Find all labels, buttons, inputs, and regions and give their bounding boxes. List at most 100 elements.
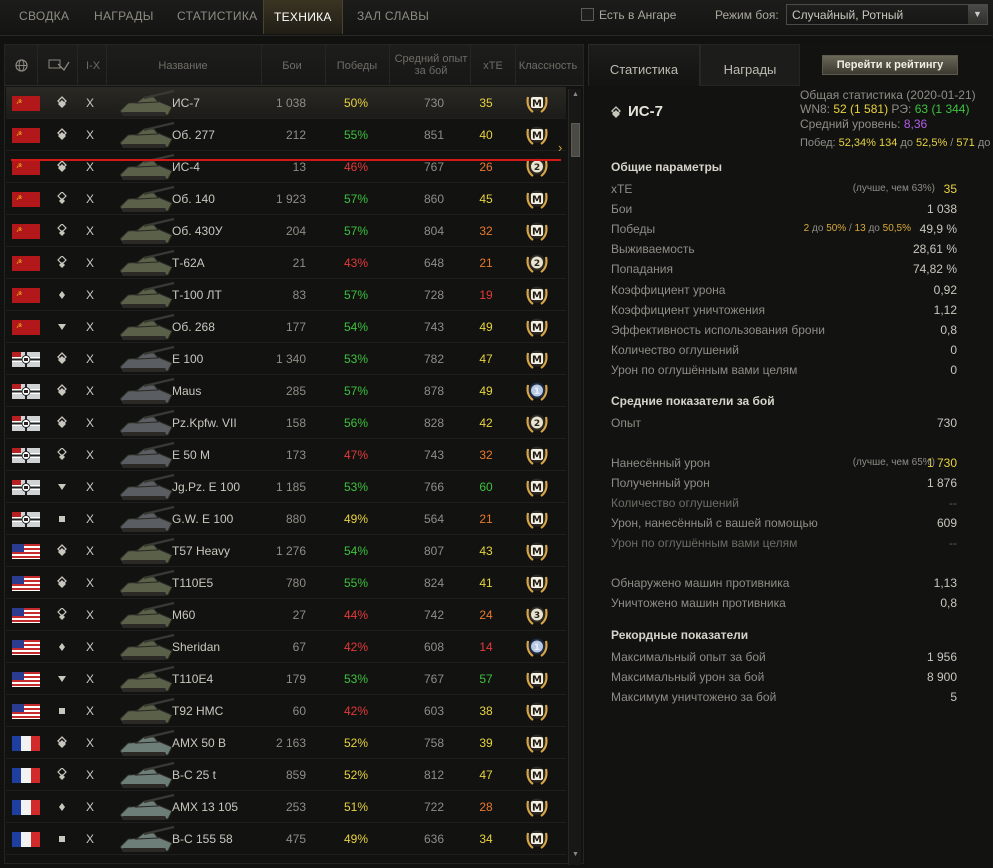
stat-label: Максимальный опыт за бой — [611, 650, 766, 664]
wins-cell: 54% — [343, 544, 369, 558]
avg-exp-cell: 564 — [423, 512, 444, 526]
stat-value: 35 — [943, 182, 957, 196]
battles-cell: 212 — [285, 128, 306, 142]
france-flag-icon — [12, 800, 40, 815]
wins-cell: 55% — [343, 576, 369, 590]
in-hangar-checkbox[interactable] — [581, 8, 594, 21]
stat-label: Бои — [611, 202, 633, 217]
table-row[interactable]: ☭ X ИС-7 1 038 50% 730 35 M — [6, 87, 566, 119]
overall-stats-date: Общая статистика (2020-01-21) — [800, 88, 976, 102]
globe-icon[interactable] — [13, 59, 29, 75]
battles-column-header[interactable]: Бои — [267, 60, 317, 72]
vehicle-name-cell: AMX 13 105 — [172, 800, 239, 814]
tier-column-header[interactable]: I-X — [81, 60, 105, 72]
chevron-down-icon[interactable]: ▼ — [968, 5, 987, 24]
xte-cell: 45 — [479, 192, 493, 206]
tier-cell: X — [86, 512, 95, 526]
tab-vehicle-awards[interactable]: Награды — [700, 44, 800, 86]
vehicle-name-cell: AMX 50 B — [172, 736, 227, 750]
xte-cell: 42 — [479, 416, 493, 430]
scroll-thumb[interactable] — [571, 123, 580, 157]
svg-text:M: M — [532, 675, 542, 686]
avg-exp-cell: 807 — [423, 544, 444, 558]
table-row[interactable]: ☭ X ИС-4 13 46% 767 26 2 — [6, 151, 566, 183]
name-column-header[interactable]: Название — [155, 60, 211, 72]
tier-cell: X — [86, 384, 95, 398]
tier-cell: X — [86, 480, 95, 494]
table-row[interactable]: X Pz.Kpfw. VII 158 56% 828 42 2 — [6, 407, 566, 439]
table-row[interactable]: ☭ X Об. 268 177 54% 743 49 M — [6, 311, 566, 343]
table-row[interactable]: X Sheridan 67 42% 608 14 1 — [6, 631, 566, 663]
heavy-class-icon — [55, 384, 69, 398]
table-row[interactable]: X T110E4 179 53% 767 57 M — [6, 663, 566, 695]
record-params-title: Рекордные показатели — [611, 628, 749, 642]
vehicle-name-cell: E 100 — [172, 352, 204, 366]
wins-cell: 42% — [343, 704, 369, 718]
wins-column-header[interactable]: Победы — [329, 60, 385, 72]
xte-column-header[interactable]: хТЕ — [473, 60, 513, 72]
mastery-badge-icon: M — [524, 667, 550, 691]
avg-exp-cell: 767 — [423, 672, 444, 686]
table-row[interactable]: X T110E5 780 55% 824 41 M — [6, 567, 566, 599]
stat-note: (лучше, чем 65%) — [852, 457, 935, 468]
table-row[interactable]: X AMX 50 B 2 163 52% 758 39 M — [6, 727, 566, 759]
tab-hall-of-fame[interactable]: ЗАЛ СЛАВЫ — [357, 9, 429, 23]
table-row[interactable]: X M60 27 44% 742 24 3 — [6, 599, 566, 631]
tank-thumbnail-icon — [114, 185, 180, 215]
medium-class-icon — [55, 223, 69, 238]
scroll-down-icon[interactable]: ▼ — [570, 851, 581, 862]
stat-label: Попадания — [611, 262, 673, 277]
table-row[interactable]: X T57 Heavy 1 276 54% 807 43 M — [6, 535, 566, 567]
heavy-tank-class-icon — [610, 106, 624, 120]
svg-text:M: M — [532, 355, 542, 366]
avg-exp-column-header[interactable]: Средний опыт за бой — [393, 53, 469, 77]
svg-text:2: 2 — [534, 163, 540, 173]
table-row[interactable]: ☭ X Об. 140 1 923 57% 860 45 M — [6, 183, 566, 215]
table-row[interactable]: X B-C 25 t 859 52% 812 47 M — [6, 759, 566, 791]
heavy-class-icon — [55, 96, 69, 110]
table-row[interactable]: X E 50 M 173 47% 743 32 M — [6, 439, 566, 471]
scroll-up-icon[interactable]: ▲ — [570, 91, 581, 102]
battles-cell: 27 — [292, 608, 306, 622]
table-row[interactable]: ☭ X Об. 277 212 55% 851 40 M — [6, 119, 566, 151]
svg-text:M: M — [532, 323, 542, 334]
table-row[interactable]: X E 100 1 340 53% 782 47 M — [6, 343, 566, 375]
ussr-flag-icon: ☭ — [12, 160, 40, 175]
tab-statistics[interactable]: СТАТИСТИКА — [177, 9, 257, 23]
go-to-rating-button[interactable]: Перейти к рейтингу — [822, 55, 958, 75]
tab-vehicle-statistics[interactable]: Статистика — [588, 44, 700, 86]
tank-thumbnail-icon — [114, 441, 180, 471]
svg-text:☭: ☭ — [16, 322, 22, 330]
table-scrollbar[interactable]: ▲ ▼ — [568, 89, 581, 865]
tier-cell: X — [86, 288, 95, 302]
tab-summary[interactable]: СВОДКА — [19, 9, 69, 23]
mastery-badge-icon: M — [524, 731, 550, 755]
table-row[interactable]: ☭ X Об. 430У 204 57% 804 32 M — [6, 215, 566, 247]
battle-mode-select[interactable]: Случайный, Ротный ▼ — [786, 4, 988, 25]
tier-cell: X — [86, 416, 95, 430]
mastery-column-header[interactable]: Классность — [517, 60, 579, 72]
vehicle-class-filter-icon[interactable] — [47, 58, 71, 75]
table-row[interactable]: X B-C 155 58 475 49% 636 34 M — [6, 823, 566, 855]
germany-flag-icon — [12, 512, 40, 527]
battle-mode-value: Случайный, Ротный — [792, 8, 904, 22]
stat-value: 8 900 — [926, 670, 957, 684]
table-row[interactable]: X Jg.Pz. E 100 1 185 53% 766 60 M — [6, 471, 566, 503]
table-row[interactable]: ☭ X Т-100 ЛТ 83 57% 728 19 M — [6, 279, 566, 311]
vehicle-name-cell: Т-62А — [172, 256, 205, 270]
tier-cell: X — [86, 576, 95, 590]
tab-vehicles[interactable]: ТЕХНИКА — [263, 0, 343, 34]
vehicle-name-cell: T57 Heavy — [172, 544, 231, 558]
table-row[interactable]: X G.W. E 100 880 49% 564 21 M — [6, 503, 566, 535]
stat-value: 730 — [936, 416, 957, 430]
svg-text:M: M — [532, 291, 542, 302]
xte-cell: 19 — [479, 288, 493, 302]
table-row[interactable]: X Maus 285 57% 878 49 1 — [6, 375, 566, 407]
light-class-icon — [55, 288, 69, 302]
tab-awards[interactable]: НАГРАДЫ — [94, 9, 154, 23]
table-row[interactable]: X AMX 13 105 253 51% 722 28 M — [6, 791, 566, 823]
table-row[interactable]: ☭ X Т-62А 21 43% 648 21 2 — [6, 247, 566, 279]
battles-cell: 173 — [285, 448, 306, 462]
table-row[interactable]: X T92 HMC 60 42% 603 38 M — [6, 695, 566, 727]
svg-text:3: 3 — [534, 611, 540, 621]
